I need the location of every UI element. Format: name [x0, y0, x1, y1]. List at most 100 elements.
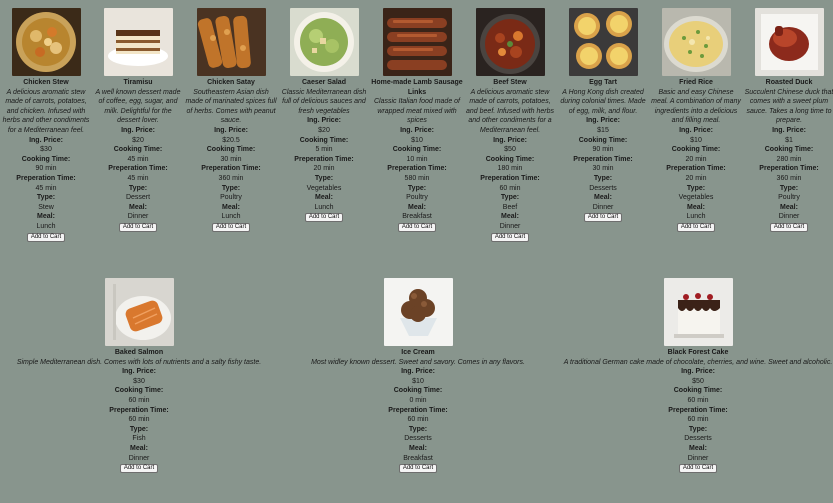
meal-value: Lunch	[314, 203, 334, 211]
add-to-cart-button[interactable]: Add to Cart	[676, 222, 716, 232]
egg-tart-image	[568, 8, 638, 76]
type-label: Type:	[500, 194, 520, 202]
dish-name: Ice Cream	[401, 349, 435, 356]
dish-name: Home-made Lamb Sausage Links	[371, 79, 463, 96]
price-value: $30	[40, 146, 52, 154]
dish-description: Simple Mediterranean dish. Comes with lo…	[16, 358, 262, 366]
meal-label: Meal:	[594, 194, 612, 202]
dish-description: A well known dessert made of coffee, egg…	[95, 88, 181, 125]
meal-label: Meal:	[130, 444, 148, 452]
dish-name: Beef Stew	[493, 79, 527, 86]
cooking-time-value: 5 min	[315, 146, 333, 154]
roasted-duck-image	[754, 8, 824, 76]
meal-label: Meal:	[687, 203, 705, 211]
add-to-cart-button[interactable]: Add to Cart	[678, 464, 718, 474]
prep-time-label: Preperation Time:	[294, 155, 354, 163]
add-to-cart-button[interactable]: Add to Cart	[398, 464, 438, 474]
menu-card: Fried Rice Basic and easy Chinese meal. …	[650, 8, 742, 232]
cooking-time-value: 20 min	[685, 155, 707, 163]
type-value: Vegetables	[678, 194, 714, 202]
meal-label: Meal:	[501, 213, 519, 221]
dish-description: Succulent Chinese duck that comes with a…	[744, 88, 833, 125]
price-label: Ing. Price:	[121, 126, 155, 134]
prep-time-value: 360 min	[776, 174, 802, 182]
cooking-time-value: 10 min	[406, 155, 428, 163]
menu-card: Baked Salmon Simple Mediterranean dish. …	[0, 278, 278, 474]
meal-value: Dinner	[128, 454, 150, 462]
meal-value: Dinner	[687, 454, 709, 462]
price-value: $10	[411, 136, 423, 144]
cooking-time-value: 280 min	[776, 155, 802, 163]
dish-description: Most widley known dessert. Sweet and sav…	[311, 358, 525, 366]
baked-salmon-image	[104, 278, 174, 346]
type-label: Type:	[314, 174, 334, 182]
menu-card: Egg Tart A Hong Kong dish created during…	[557, 8, 649, 223]
cooking-time-label: Cooking Time:	[673, 387, 723, 395]
price-value: $20	[318, 126, 330, 134]
meal-label: Meal:	[222, 203, 240, 211]
price-label: Ing. Price:	[29, 136, 63, 144]
price-value: $50	[692, 377, 704, 385]
type-label: Type:	[128, 184, 148, 192]
type-value: Desserts	[404, 435, 432, 443]
menu-card: Chicken Stew A delicious aromatic stew m…	[0, 8, 92, 242]
fried-rice-image	[661, 8, 731, 76]
type-value: Fish	[132, 435, 146, 443]
dish-description: Classic Italian food made of wrapped mea…	[374, 98, 460, 125]
type-label: Type:	[407, 184, 427, 192]
meal-value: Dinner	[778, 213, 800, 221]
add-to-cart-button[interactable]: Add to Cart	[397, 222, 437, 232]
chicken-stew-image	[11, 8, 81, 76]
add-to-cart-button[interactable]: Add to Cart	[304, 213, 344, 223]
dish-name: Baked Salmon	[114, 349, 164, 356]
meal-value: Dinner	[499, 222, 521, 230]
dish-description: Southeastern Asian dish made of marinate…	[185, 88, 277, 125]
type-label: Type:	[688, 425, 708, 433]
type-value: Desserts	[684, 435, 712, 443]
prep-time-label: Preperation Time:	[668, 406, 728, 414]
menu-card: Ice Cream Most widley known dessert. Swe…	[279, 278, 557, 474]
prep-time-label: Preperation Time:	[759, 165, 819, 173]
dish-description: A delicious aromatic stew made of carrot…	[2, 88, 90, 134]
add-to-cart-button[interactable]: Add to Cart	[211, 222, 251, 232]
lamb-sausage-image	[382, 8, 452, 76]
add-to-cart-button[interactable]: Add to Cart	[769, 222, 809, 232]
prep-time-value: 60 min	[499, 184, 521, 192]
meal-value: Dinner	[127, 213, 149, 221]
cooking-time-label: Cooking Time:	[299, 136, 349, 144]
price-label: Ing. Price:	[679, 126, 713, 134]
price-label: Ing. Price:	[307, 117, 341, 125]
cooking-time-value: 60 min	[128, 396, 150, 404]
price-value: $30	[133, 377, 145, 385]
prep-time-label: Preperation Time:	[573, 155, 633, 163]
dish-description: A traditional German cake made of chocol…	[563, 358, 833, 366]
type-value: Vegetables	[306, 184, 342, 192]
add-to-cart-button[interactable]: Add to Cart	[583, 213, 623, 223]
dish-description: A delicious aromatic stew made of carrot…	[466, 88, 554, 134]
price-value: $20.5	[222, 136, 240, 144]
meal-label: Meal:	[408, 203, 426, 211]
add-to-cart-button[interactable]: Add to Cart	[26, 232, 66, 242]
price-label: Ing. Price:	[493, 136, 527, 144]
meal-value: Breakfast	[403, 454, 433, 462]
menu-card: Roasted Duck Succulent Chinese duck that…	[743, 8, 833, 232]
dish-name: Caeser Salad	[302, 79, 346, 86]
meal-value: Lunch	[36, 222, 56, 230]
price-value: $50	[504, 146, 516, 154]
meal-label: Meal:	[37, 213, 55, 221]
dish-name: Roasted Duck	[765, 79, 813, 86]
prep-time-label: Preperation Time:	[666, 165, 726, 173]
dish-name: Egg Tart	[589, 79, 617, 86]
dish-description: A Hong Kong dish created during colonial…	[560, 88, 646, 115]
dish-name: Chicken Satay	[207, 79, 255, 86]
add-to-cart-button[interactable]: Add to Cart	[490, 232, 530, 242]
menu-card: Home-made Lamb Sausage Links Classic Ita…	[371, 8, 463, 232]
type-value: Desserts	[589, 184, 617, 192]
price-label: Ing. Price:	[681, 368, 715, 376]
type-value: Beef	[502, 203, 518, 211]
cooking-time-value: 60 min	[687, 396, 709, 404]
type-value: Dessert	[125, 194, 151, 202]
add-to-cart-button[interactable]: Add to Cart	[118, 222, 158, 232]
cooking-time-label: Cooking Time:	[578, 136, 628, 144]
add-to-cart-button[interactable]: Add to Cart	[119, 464, 159, 474]
